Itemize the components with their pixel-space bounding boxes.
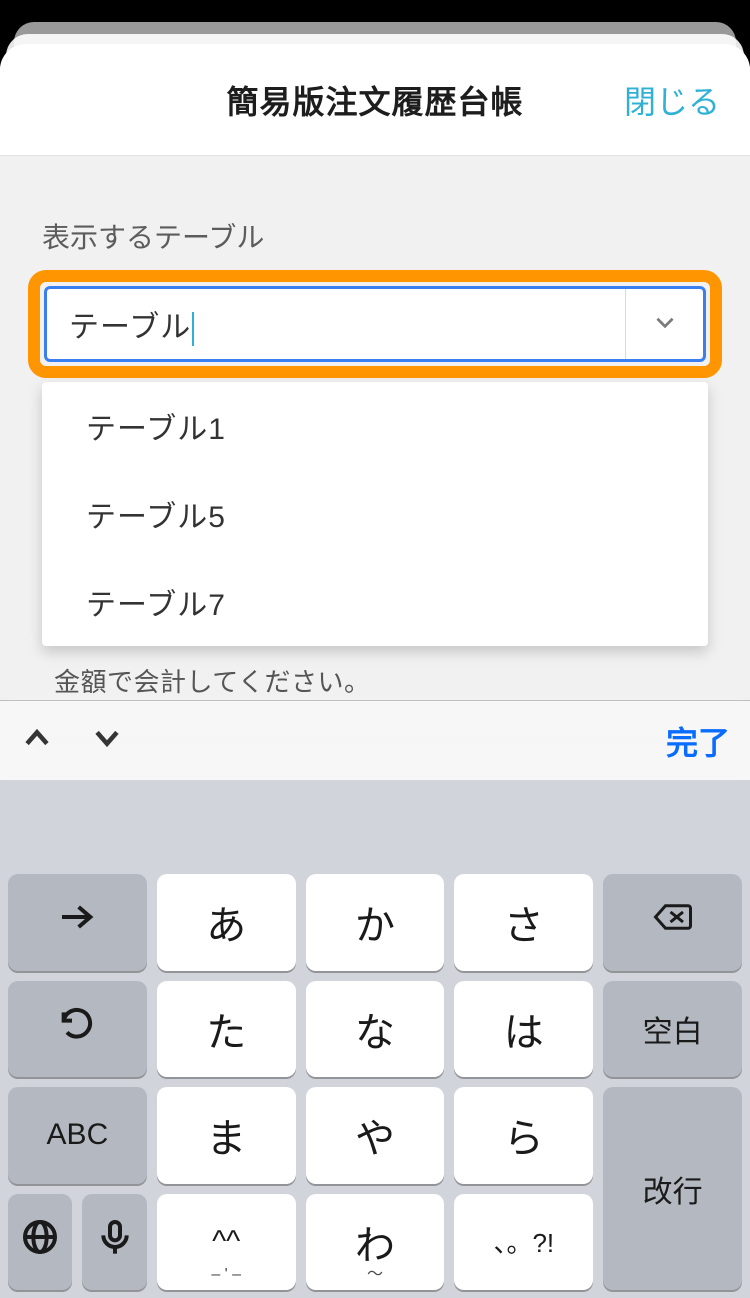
chevron-down-icon <box>652 309 678 340</box>
keyboard-done-button[interactable]: 完了 <box>666 718 730 764</box>
globe-icon <box>20 1217 60 1267</box>
key-undo[interactable] <box>8 981 147 1078</box>
table-field-label: 表示するテーブル <box>42 216 722 256</box>
prev-field-button[interactable] <box>20 721 54 760</box>
key-wa-sub: 〜 <box>367 1260 383 1284</box>
key-sa[interactable]: さ <box>454 874 593 971</box>
highlight-annotation: テーブル <box>28 270 722 378</box>
key-ya[interactable]: や <box>306 1087 445 1184</box>
combobox-toggle[interactable] <box>625 289 703 359</box>
key-backspace[interactable] <box>603 874 742 971</box>
sheet-header: 簡易版注文履歴台帳 閉じる <box>0 44 750 156</box>
text-caret <box>192 312 194 346</box>
table-combobox[interactable]: テーブル <box>44 286 706 362</box>
chevron-up-icon <box>20 742 54 759</box>
dropdown-option[interactable]: テーブル7 <box>42 558 708 646</box>
table-dropdown: テーブル1 テーブル5 テーブル7 <box>42 382 708 646</box>
key-ha[interactable]: は <box>454 981 593 1078</box>
key-return[interactable]: 改行 <box>603 1087 742 1290</box>
table-input[interactable]: テーブル <box>47 302 625 346</box>
key-dictation[interactable] <box>82 1194 146 1291</box>
microphone-icon <box>95 1217 135 1267</box>
key-a[interactable]: あ <box>157 874 296 971</box>
key-space[interactable]: 空白 <box>603 981 742 1078</box>
backspace-icon <box>653 897 693 947</box>
modal-sheet: 簡易版注文履歴台帳 閉じる 表示するテーブル テーブル テーブル1 テーブル5 … <box>0 44 750 1298</box>
chevron-down-icon <box>90 742 124 759</box>
dropdown-option[interactable]: テーブル1 <box>42 382 708 470</box>
key-globe-mic-group <box>8 1194 147 1291</box>
close-button[interactable]: 閉じる <box>624 44 720 155</box>
hint-text: 金額で会計してください。 <box>54 662 706 699</box>
key-ra[interactable]: ら <box>454 1087 593 1184</box>
key-globe[interactable] <box>8 1194 72 1291</box>
key-wa[interactable]: わ 〜 <box>306 1194 445 1291</box>
key-kaomoji-sub: – ' – <box>211 1266 241 1284</box>
table-input-value: テーブル <box>69 311 191 344</box>
next-field-button[interactable] <box>90 721 124 760</box>
accessory-nav <box>20 721 124 760</box>
key-kaomoji[interactable]: ^^ – ' – <box>157 1194 296 1291</box>
undo-icon <box>57 1004 97 1054</box>
key-abc[interactable]: ABC <box>8 1087 147 1184</box>
key-punct[interactable]: 、。?! <box>454 1194 593 1291</box>
dropdown-option[interactable]: テーブル5 <box>42 470 708 558</box>
key-next-candidate[interactable] <box>8 874 147 971</box>
kana-keyboard: あ か さ た な は 空白 ABC ま や ら 改行 <box>0 780 750 1298</box>
key-ma[interactable]: ま <box>157 1087 296 1184</box>
key-ta[interactable]: た <box>157 981 296 1078</box>
arrow-right-icon <box>57 897 97 947</box>
keyboard-accessory-bar: 完了 <box>0 700 750 780</box>
key-na[interactable]: な <box>306 981 445 1078</box>
key-kaomoji-label: ^^ <box>212 1225 240 1259</box>
key-ka[interactable]: か <box>306 874 445 971</box>
page-title: 簡易版注文履歴台帳 <box>226 77 523 123</box>
